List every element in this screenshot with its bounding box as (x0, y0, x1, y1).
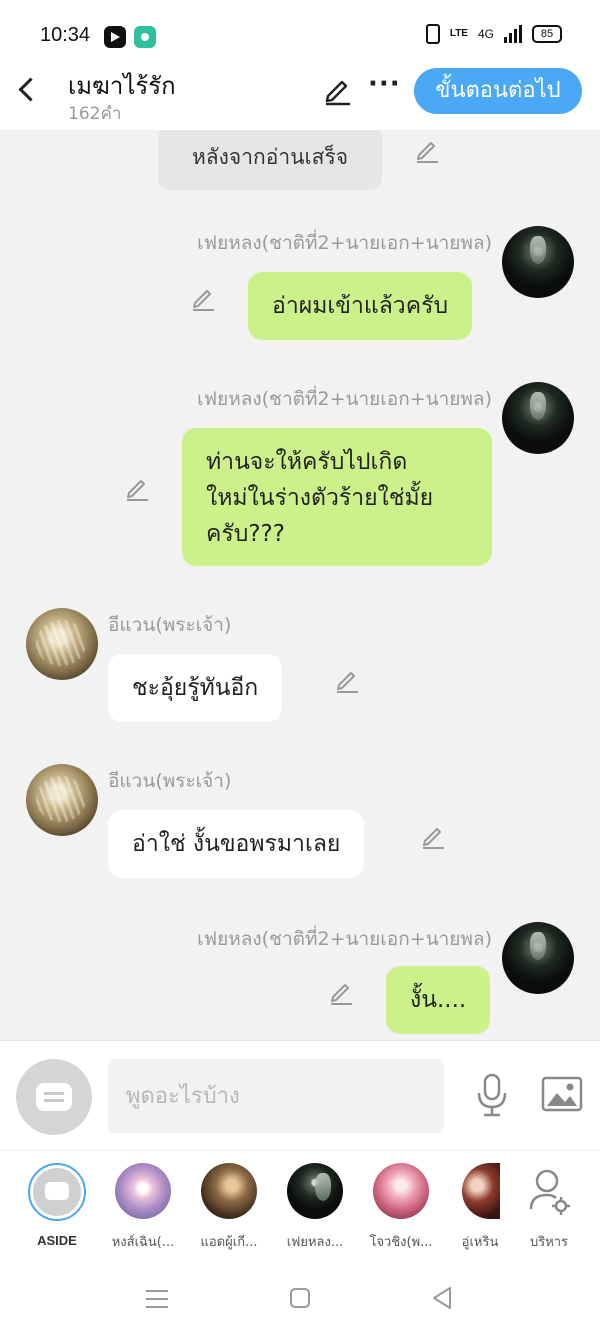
message-bubble[interactable]: ชะอุ้ยรู้ทันอีก (108, 654, 283, 722)
status-right-icons: LTE 4G 85 (425, 24, 562, 44)
avatar[interactable] (502, 382, 574, 454)
network-label: 4G (477, 27, 494, 41)
narration-bubble[interactable]: หลังจากอ่านเสร็จ (158, 130, 382, 190)
microphone-icon[interactable] (474, 1071, 510, 1119)
status-bar: 10:34 LTE 4G 85 (0, 0, 600, 60)
message-bubble[interactable]: อ่าผมเข้าแล้วครับ (248, 272, 473, 340)
character-item[interactable]: เฟยหลง... (275, 1163, 355, 1252)
sender-name: เฟยหลง(ชาติที่2+นายเอก+นายพล) (197, 232, 492, 254)
chat-header: เมฆาไร้รัก 162คำ ··· ขั้นตอนต่อไป (0, 60, 600, 130)
edit-pencil-icon[interactable] (124, 474, 152, 502)
message-line: ใหม่ในร่างตัวร้ายใช่มั้ย (206, 485, 434, 511)
input-bar (0, 1040, 600, 1150)
edit-pencil-icon[interactable] (420, 822, 448, 850)
back-triangle-icon[interactable] (430, 1286, 454, 1310)
avatar (462, 1163, 500, 1219)
character-item[interactable]: แอดผู้เกี... (189, 1163, 269, 1252)
back-arrow-icon[interactable] (14, 74, 42, 104)
character-label: ASIDE (37, 1233, 77, 1248)
avatar[interactable] (26, 764, 98, 836)
sender-name: อีแวน(พระเจ้า) (108, 614, 232, 636)
messenger-app-icon (134, 26, 156, 48)
message-line: ท่านจะให้ครับไปเกิด (206, 449, 408, 475)
avatar (287, 1163, 343, 1219)
status-time: 10:34 (40, 24, 91, 46)
manage-user-gear-icon (521, 1163, 577, 1219)
video-app-icon (104, 26, 126, 48)
more-options-icon[interactable]: ··· (368, 71, 400, 104)
message-bubble[interactable]: งั้น.... (386, 966, 491, 1034)
word-count: 162คำ (68, 104, 122, 124)
edit-pencil-icon[interactable] (334, 666, 362, 694)
home-square-icon[interactable] (290, 1288, 310, 1308)
sender-name: เฟยหลง(ชาติที่2+นายเอก+นายพล) (197, 928, 492, 950)
recents-menu-icon[interactable] (146, 1288, 168, 1308)
avatar[interactable] (502, 226, 574, 298)
chat-area[interactable]: หลังจากอ่านเสร็จ เฟยหลง(ชาติที่2+นายเอก+… (0, 130, 600, 1040)
edit-pencil-icon[interactable] (322, 74, 354, 106)
character-label: แอดผู้เกี... (200, 1235, 258, 1250)
sender-name: เฟยหลง(ชาติที่2+นายเอก+นายพล) (197, 388, 492, 410)
character-selector: ASIDE หงส์เฉิน(... แอดผู้เกี... เฟยหลง..… (0, 1150, 600, 1260)
avatar[interactable] (26, 608, 98, 680)
message-bubble[interactable]: อ่าใช่ งั้นขอพรมาเลย (108, 810, 365, 878)
character-label: โจวชิง(พ... (369, 1235, 433, 1250)
manage-button[interactable]: บริหาร (509, 1163, 589, 1252)
character-item[interactable]: อู่เหริน (440, 1163, 520, 1252)
aside-toggle-button[interactable] (16, 1059, 92, 1135)
edit-pencil-icon[interactable] (414, 136, 442, 164)
character-aside[interactable]: ASIDE (17, 1163, 97, 1248)
system-nav-bar (0, 1260, 600, 1333)
edit-pencil-icon[interactable] (190, 284, 218, 312)
image-icon[interactable] (541, 1075, 583, 1115)
character-label: อู่เหริน (461, 1235, 499, 1250)
character-item[interactable]: หงส์เฉิน(... (103, 1163, 183, 1252)
sender-name: อีแวน(พระเจ้า) (108, 770, 232, 792)
avatar (115, 1163, 171, 1219)
volte-label: LTE (449, 28, 468, 39)
next-step-button[interactable]: ขั้นตอนต่อไป (414, 68, 582, 114)
chat-bubble-icon (36, 1083, 72, 1111)
message-line: ครับ??? (206, 521, 285, 547)
character-item[interactable]: โจวชิง(พ... (361, 1163, 441, 1252)
signal-icon (504, 25, 522, 43)
character-label: หงส์เฉิน(... (111, 1235, 175, 1250)
character-label: บริหาร (529, 1235, 569, 1250)
message-input[interactable] (108, 1059, 444, 1133)
character-label: เฟยหลง... (286, 1235, 344, 1250)
battery-indicator: 85 (532, 25, 562, 43)
aside-avatar (28, 1163, 86, 1221)
avatar[interactable] (502, 922, 574, 994)
avatar (373, 1163, 429, 1219)
edit-pencil-icon[interactable] (328, 978, 356, 1006)
message-bubble[interactable]: ท่านจะให้ครับไปเกิด ใหม่ในร่างตัวร้ายใช่… (182, 428, 492, 566)
avatar (201, 1163, 257, 1219)
vibrate-icon (425, 24, 440, 44)
